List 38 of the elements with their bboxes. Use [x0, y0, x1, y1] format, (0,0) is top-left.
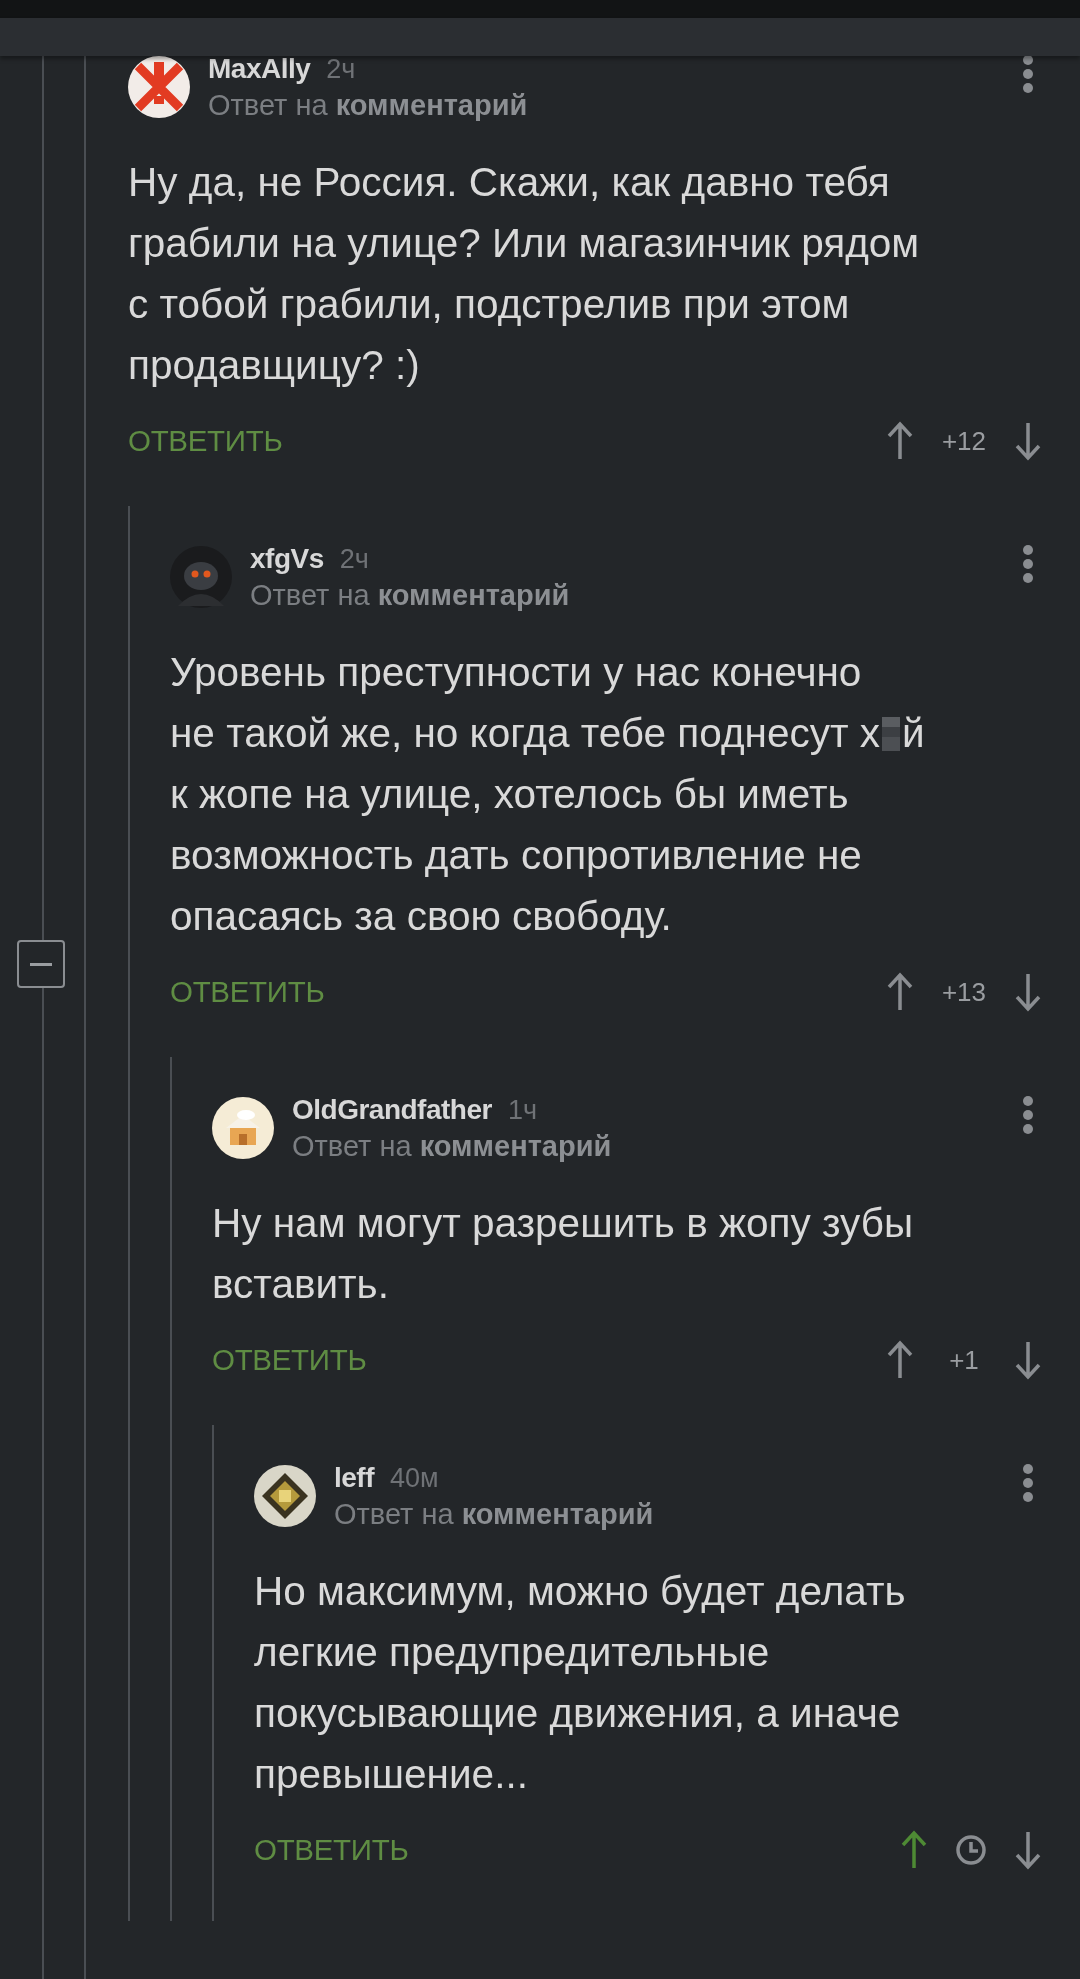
more-menu-icon[interactable]: [1022, 1095, 1034, 1135]
username[interactable]: MaxAlly: [208, 52, 311, 85]
collapse-button[interactable]: [17, 940, 65, 988]
comment-time: 2ч: [339, 543, 369, 575]
rating: +12: [940, 425, 988, 457]
more-menu-icon[interactable]: [1022, 54, 1034, 94]
more-menu-icon[interactable]: [1022, 1463, 1034, 1503]
reply-to-text[interactable]: Ответ на комментарий: [250, 578, 1004, 612]
reply-button[interactable]: ОТВЕТИТЬ: [128, 424, 283, 458]
upvote-icon[interactable]: [900, 1830, 928, 1870]
comment-time: 40м: [390, 1462, 439, 1494]
upvote-icon[interactable]: [886, 1340, 914, 1380]
downvote-icon[interactable]: [1014, 972, 1042, 1012]
reply-to-text[interactable]: Ответ на комментарий: [334, 1497, 1004, 1531]
upvote-icon[interactable]: [886, 421, 914, 461]
comment-text: Ну да, не Россия. Скажи, как давно тебя грабили на улице? Или магазинчик рядом с тобой грабили, подстрелив при этом продавщицу? :): [128, 158, 921, 390]
comment-text: Но максимум, можно будет делать легкие предупредительные покусывающие движения, а иначе превышение...: [254, 1567, 907, 1799]
reply-button[interactable]: ОТВЕТИТЬ: [170, 975, 325, 1009]
clock-icon: [954, 1833, 988, 1867]
username[interactable]: xfgVs: [250, 542, 324, 575]
username[interactable]: leff: [334, 1461, 374, 1494]
downvote-icon[interactable]: [1014, 1340, 1042, 1380]
comment-time: 1ч: [507, 1094, 537, 1126]
username[interactable]: OldGrandfather: [292, 1093, 492, 1126]
reply-button[interactable]: ОТВЕТИТЬ: [212, 1343, 367, 1377]
comment-time: 2ч: [326, 53, 356, 85]
reply-to-text[interactable]: Ответ на комментарий: [292, 1129, 1004, 1163]
rating: +1: [948, 1344, 980, 1376]
comment-text: Ну нам могут разрешить в жопу зубы вставить.: [212, 1199, 915, 1309]
reply-button[interactable]: ОТВЕТИТЬ: [254, 1833, 409, 1867]
more-menu-icon[interactable]: [1022, 544, 1034, 584]
downvote-icon[interactable]: [1014, 421, 1042, 461]
upvote-icon[interactable]: [886, 972, 914, 1012]
comment-text: Уровень преступности у нас конечно не такой же, но когда тебе поднесут х й к жопе на улице, хотелось бы иметь возможность дать сопротивление не опасаясь за свою свободу.: [170, 648, 926, 941]
rating: +13: [940, 976, 988, 1008]
downvote-icon[interactable]: [1014, 1830, 1042, 1870]
reply-to-text[interactable]: Ответ на комментарий: [208, 88, 1004, 122]
minus-icon: [30, 962, 52, 966]
